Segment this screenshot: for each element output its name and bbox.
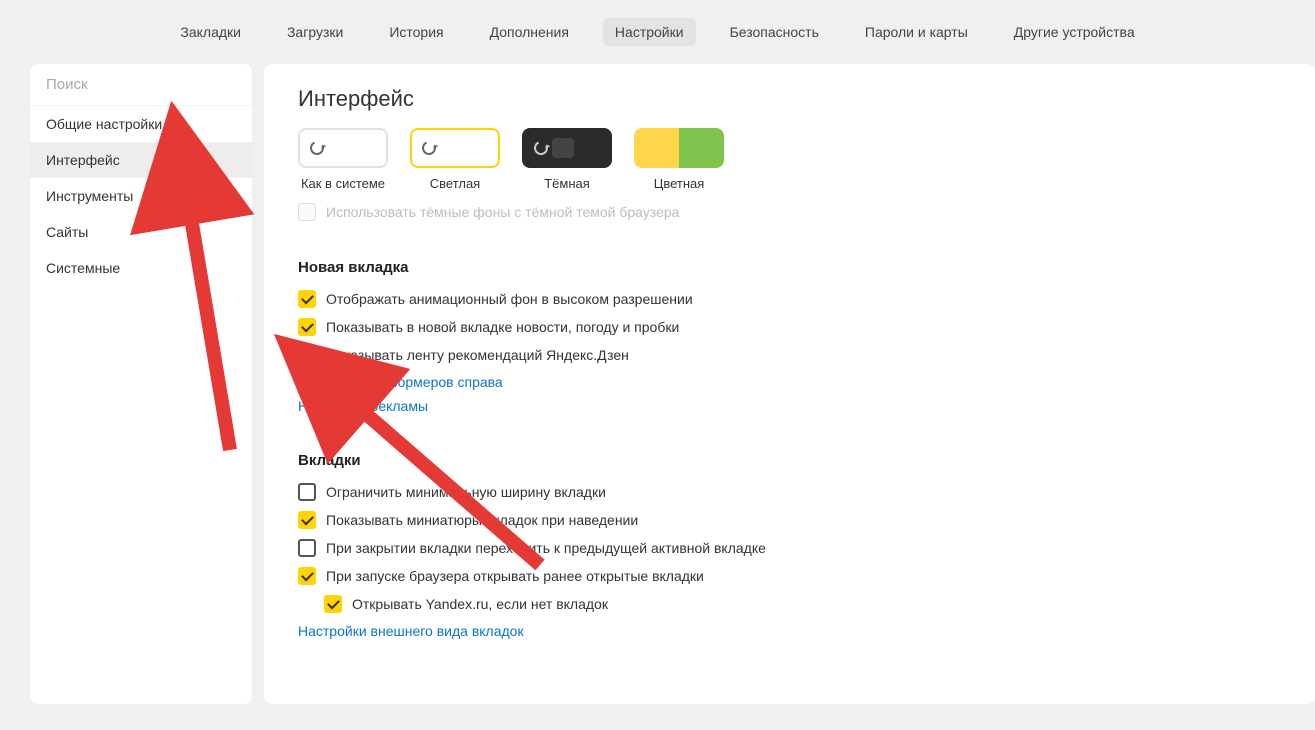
tab-security[interactable]: Безопасность <box>718 18 831 46</box>
theme-selector: Как в системе Светлая Тёмная Цветная <box>298 128 1281 191</box>
tab-passwords[interactable]: Пароли и карты <box>853 18 980 46</box>
mini-tab-icon <box>328 138 350 158</box>
page-title: Интерфейс <box>298 86 1281 112</box>
theme-system-label: Как в системе <box>301 176 385 191</box>
link-ads[interactable]: Настройки рекламы <box>298 398 1281 414</box>
checkbox-thumbnails[interactable] <box>298 511 316 529</box>
top-nav: Закладки Загрузки История Дополнения Нас… <box>0 0 1315 64</box>
label-show-zen: Показывать ленту рекомендаций Яндекс.Дзе… <box>326 347 629 363</box>
section-newtab-title: Новая вкладка <box>298 259 1281 276</box>
reload-icon <box>308 139 326 157</box>
checkbox-min-width[interactable] <box>298 483 316 501</box>
dark-bg-label: Использовать тёмные фоны с тёмной темой … <box>326 204 679 220</box>
dark-bg-checkbox <box>298 203 316 221</box>
label-open-yandex: Открывать Yandex.ru, если нет вкладок <box>352 596 608 612</box>
mini-tab-icon <box>552 138 574 158</box>
label-show-news: Показывать в новой вкладке новости, пого… <box>326 319 679 335</box>
tab-settings[interactable]: Настройки <box>603 18 696 46</box>
checkbox-restore[interactable] <box>298 567 316 585</box>
checkbox-hires-bg[interactable] <box>298 290 316 308</box>
settings-content: Интерфейс Как в системе Светлая <box>264 64 1315 704</box>
tab-history[interactable]: История <box>377 18 455 46</box>
tab-downloads[interactable]: Загрузки <box>275 18 355 46</box>
theme-color[interactable] <box>634 128 724 168</box>
reload-icon <box>532 139 550 157</box>
label-min-width: Ограничить минимальную ширину вкладки <box>326 484 606 500</box>
label-restore: При запуске браузера открывать ранее отк… <box>326 568 704 584</box>
theme-light[interactable] <box>410 128 500 168</box>
tab-devices[interactable]: Другие устройства <box>1002 18 1147 46</box>
settings-sidebar: Поиск Общие настройки Интерфейс Инструме… <box>30 64 252 704</box>
sidebar-item-tools[interactable]: Инструменты <box>30 178 252 214</box>
theme-dark[interactable] <box>522 128 612 168</box>
section-tabs-title: Вкладки <box>298 452 1281 469</box>
checkbox-prev-active[interactable] <box>298 539 316 557</box>
label-prev-active: При закрытии вкладки переходить к предыд… <box>326 540 766 556</box>
sidebar-item-general[interactable]: Общие настройки <box>30 106 252 142</box>
label-hires-bg: Отображать анимационный фон в высоком ра… <box>326 291 693 307</box>
tab-bookmarks[interactable]: Закладки <box>168 18 253 46</box>
sidebar-item-system[interactable]: Системные <box>30 250 252 286</box>
link-informers[interactable]: Настройки информеров справа <box>298 374 1281 390</box>
theme-system[interactable] <box>298 128 388 168</box>
theme-color-label: Цветная <box>654 176 705 191</box>
tab-extensions[interactable]: Дополнения <box>478 18 581 46</box>
theme-dark-label: Тёмная <box>544 176 590 191</box>
checkbox-show-news[interactable] <box>298 318 316 336</box>
label-thumbnails: Показывать миниатюры вкладок при наведен… <box>326 512 638 528</box>
search-input[interactable]: Поиск <box>30 64 252 106</box>
mini-tab-icon <box>440 138 462 158</box>
reload-icon <box>420 139 438 157</box>
checkbox-show-zen[interactable] <box>298 346 316 364</box>
link-tab-appearance[interactable]: Настройки внешнего вида вкладок <box>298 623 1281 639</box>
theme-light-label: Светлая <box>430 176 480 191</box>
sidebar-item-interface[interactable]: Интерфейс <box>30 142 252 178</box>
sidebar-item-sites[interactable]: Сайты <box>30 214 252 250</box>
checkbox-open-yandex[interactable] <box>324 595 342 613</box>
